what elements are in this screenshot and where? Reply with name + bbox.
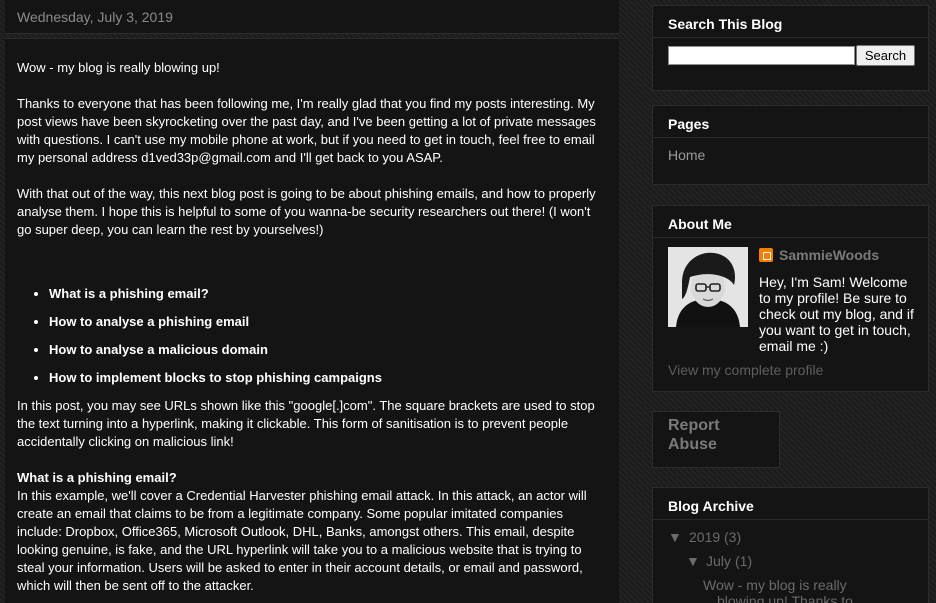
report-abuse-link[interactable]: Report Abuse [668,416,720,454]
year-toggle-icon[interactable]: ▼ [668,529,682,545]
post-subheading: What is a phishing email? [17,470,177,485]
archive-month-link[interactable]: July [706,553,731,569]
about-me-widget: About Me SammieWoods Hey, I'm Sam! Welco… [652,205,929,392]
post-paragraph: With that out of the way, this next blog… [17,186,596,237]
post-paragraph: In this example, we'll cover a Credentia… [17,488,587,593]
pages-widget-title: Pages [653,106,928,138]
topic-item: How to analyse a phishing email [49,313,607,331]
about-text: Hey, I'm Sam! Welcome to my profile! Be … [759,274,914,354]
month-toggle-icon[interactable]: ▼ [686,553,700,569]
post-paragraph: Wow - my blog is really blowing up! [17,60,220,75]
search-button[interactable]: Search [856,45,915,66]
about-widget-title: About Me [653,206,928,238]
topic-item: What is a phishing email? [49,285,607,303]
archive-post-link-cont[interactable]: blowing up! Thanks to [717,593,853,603]
blogger-icon [759,248,773,262]
topic-item: How to implement blocks to stop phishing… [49,369,607,387]
profile-name-link[interactable]: SammieWoods [759,247,879,263]
report-abuse-widget: Report Abuse [652,411,780,468]
blog-post-body: Wow - my blog is really blowing up! Than… [5,38,619,603]
search-widget: Search This Blog Search [652,5,929,91]
home-link[interactable]: Home [668,147,705,163]
report-abuse-line2: Abuse [668,436,717,453]
about-description: Hey, I'm Sam! Welcome to my profile! Be … [668,274,920,354]
topics-list: What is a phishing email? How to analyse… [49,285,607,387]
view-profile-link[interactable]: View my complete profile [668,362,823,378]
archive-post-link[interactable]: Wow - my blog is really [703,577,847,593]
archive-year-count: (3) [724,529,742,545]
archive-month-count: (1) [735,553,753,569]
post-paragraph: Thanks to everyone that has been followi… [17,96,596,165]
post-date-header: Wednesday, July 3, 2019 [5,0,619,34]
search-input[interactable] [668,46,855,65]
profile-name: SammieWoods [779,247,880,263]
pages-widget: Pages Home [652,105,929,185]
search-widget-title: Search This Blog [653,6,928,38]
topic-item: How to analyse a malicious domain [49,341,607,359]
archive-widget-title: Blog Archive [653,488,928,520]
post-paragraph: In this post, you may see URLs shown lik… [17,398,595,449]
blog-archive-widget: Blog Archive ▼ 2019 (3) ▼ July (1) Wow -… [652,487,929,603]
search-form: Search [668,45,915,66]
archive-year-link[interactable]: 2019 [689,529,720,545]
report-abuse-line1: Report [668,417,720,434]
